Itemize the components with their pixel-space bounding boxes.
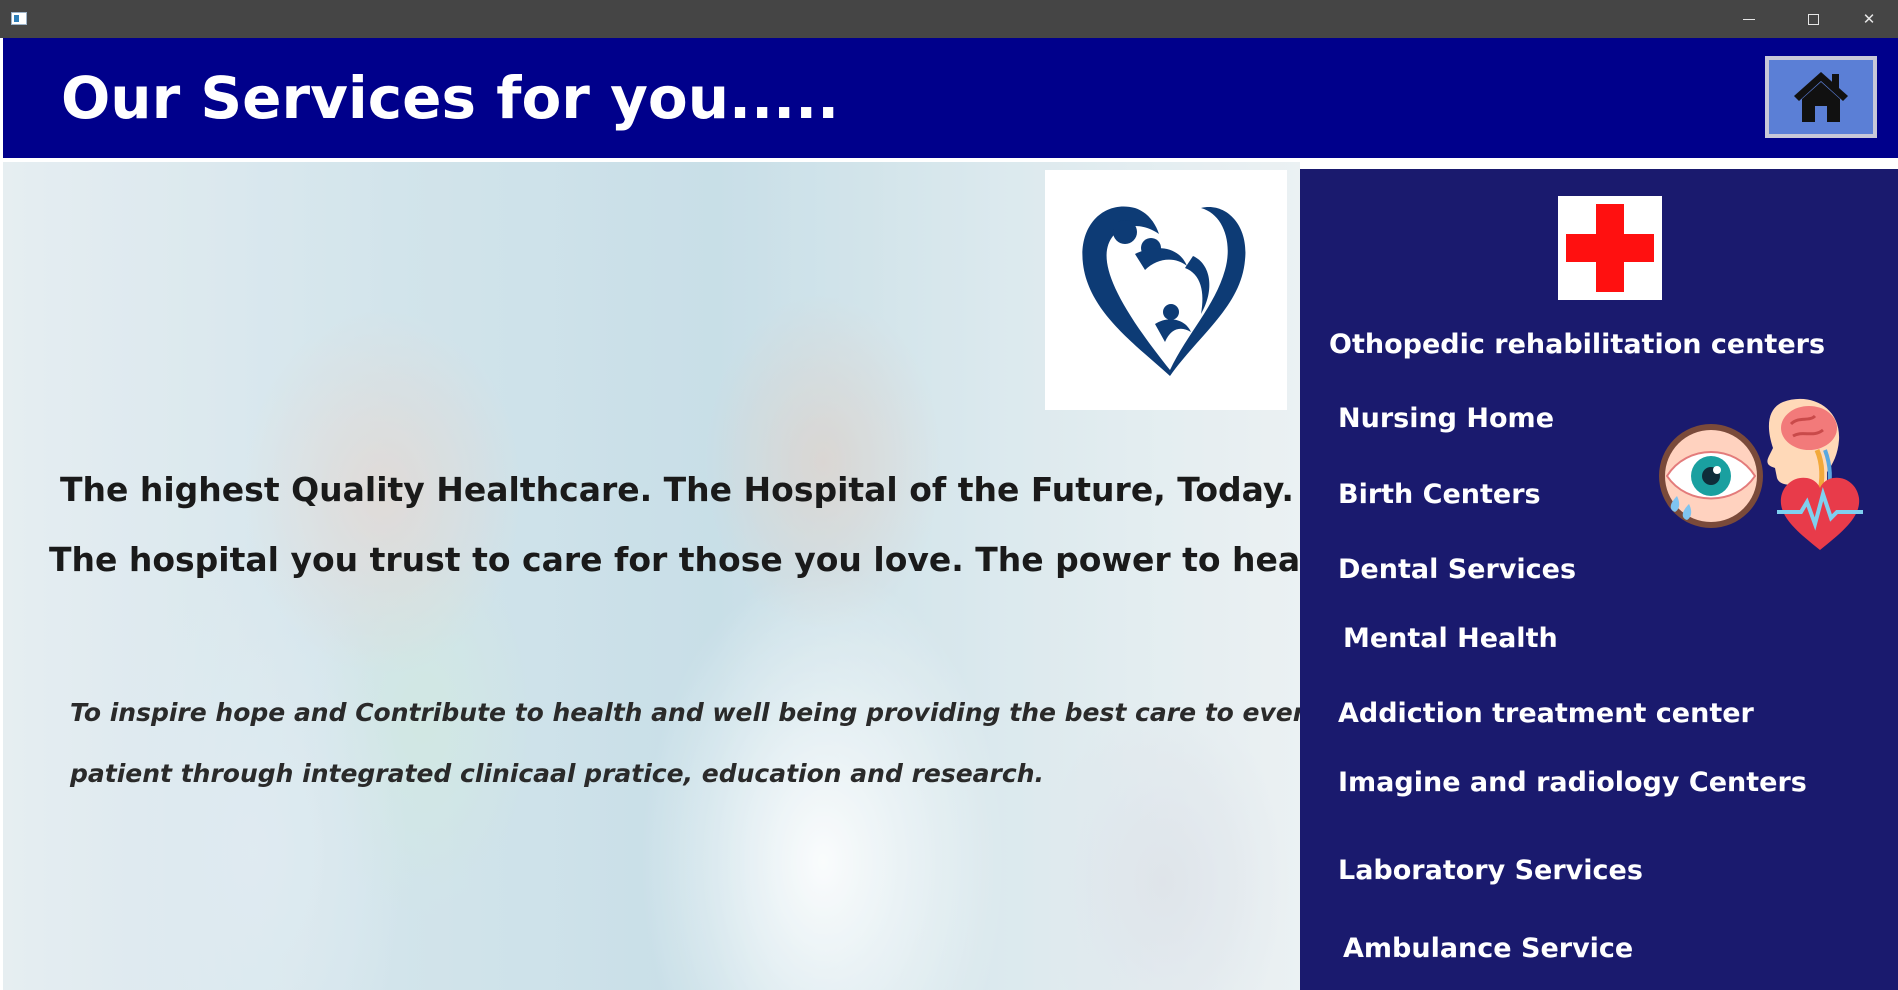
home-icon bbox=[1794, 72, 1848, 122]
close-icon: ✕ bbox=[1862, 10, 1876, 28]
service-item-birth-centers[interactable]: Birth Centers bbox=[1338, 479, 1541, 510]
service-item-ambulance[interactable]: Ambulance Service bbox=[1343, 933, 1633, 964]
window-titlebar: ✕ bbox=[0, 0, 1898, 38]
mission-line-1: To inspire hope and Contribute to health… bbox=[70, 698, 1300, 727]
service-item-dental[interactable]: Dental Services bbox=[1338, 554, 1576, 585]
minimize-button[interactable] bbox=[1726, 0, 1772, 38]
hero-section: The highest Quality Healthcare. The Hosp… bbox=[3, 162, 1300, 990]
service-item-nursing-home[interactable]: Nursing Home bbox=[1338, 403, 1554, 434]
service-item-orthopedic[interactable]: Othopedic rehabilitation centers bbox=[1329, 329, 1825, 360]
cross-horizontal-bar bbox=[1566, 234, 1654, 262]
tagline-trust: The hospital you trust to care for those… bbox=[49, 540, 1300, 579]
app-icon bbox=[11, 12, 27, 25]
hospital-logo bbox=[1045, 170, 1287, 410]
service-item-addiction[interactable]: Addiction treatment center bbox=[1338, 698, 1754, 729]
page-header: Our Services for you..... bbox=[3, 38, 1898, 158]
page-title: Our Services for you..... bbox=[61, 64, 840, 132]
service-item-laboratory[interactable]: Laboratory Services bbox=[1338, 855, 1643, 886]
service-item-radiology[interactable]: Imagine and radiology Centers bbox=[1338, 767, 1807, 798]
service-item-mental-health[interactable]: Mental Health bbox=[1343, 623, 1558, 654]
maximize-button[interactable] bbox=[1790, 0, 1836, 38]
home-button[interactable] bbox=[1765, 56, 1877, 138]
heart-pulse-icon bbox=[1777, 477, 1863, 550]
minimize-icon bbox=[1743, 19, 1755, 20]
maximize-icon bbox=[1807, 14, 1819, 25]
close-button[interactable]: ✕ bbox=[1846, 0, 1892, 38]
services-panel: Othopedic rehabilitation centers Nursing… bbox=[1300, 169, 1898, 990]
tagline-quality: The highest Quality Healthcare. The Hosp… bbox=[60, 470, 1294, 509]
eye-icon bbox=[1659, 424, 1763, 528]
mission-line-2: patient through integrated clinicaal pra… bbox=[70, 759, 1044, 788]
red-cross-icon bbox=[1558, 196, 1662, 300]
family-heart-logo bbox=[1082, 206, 1246, 376]
